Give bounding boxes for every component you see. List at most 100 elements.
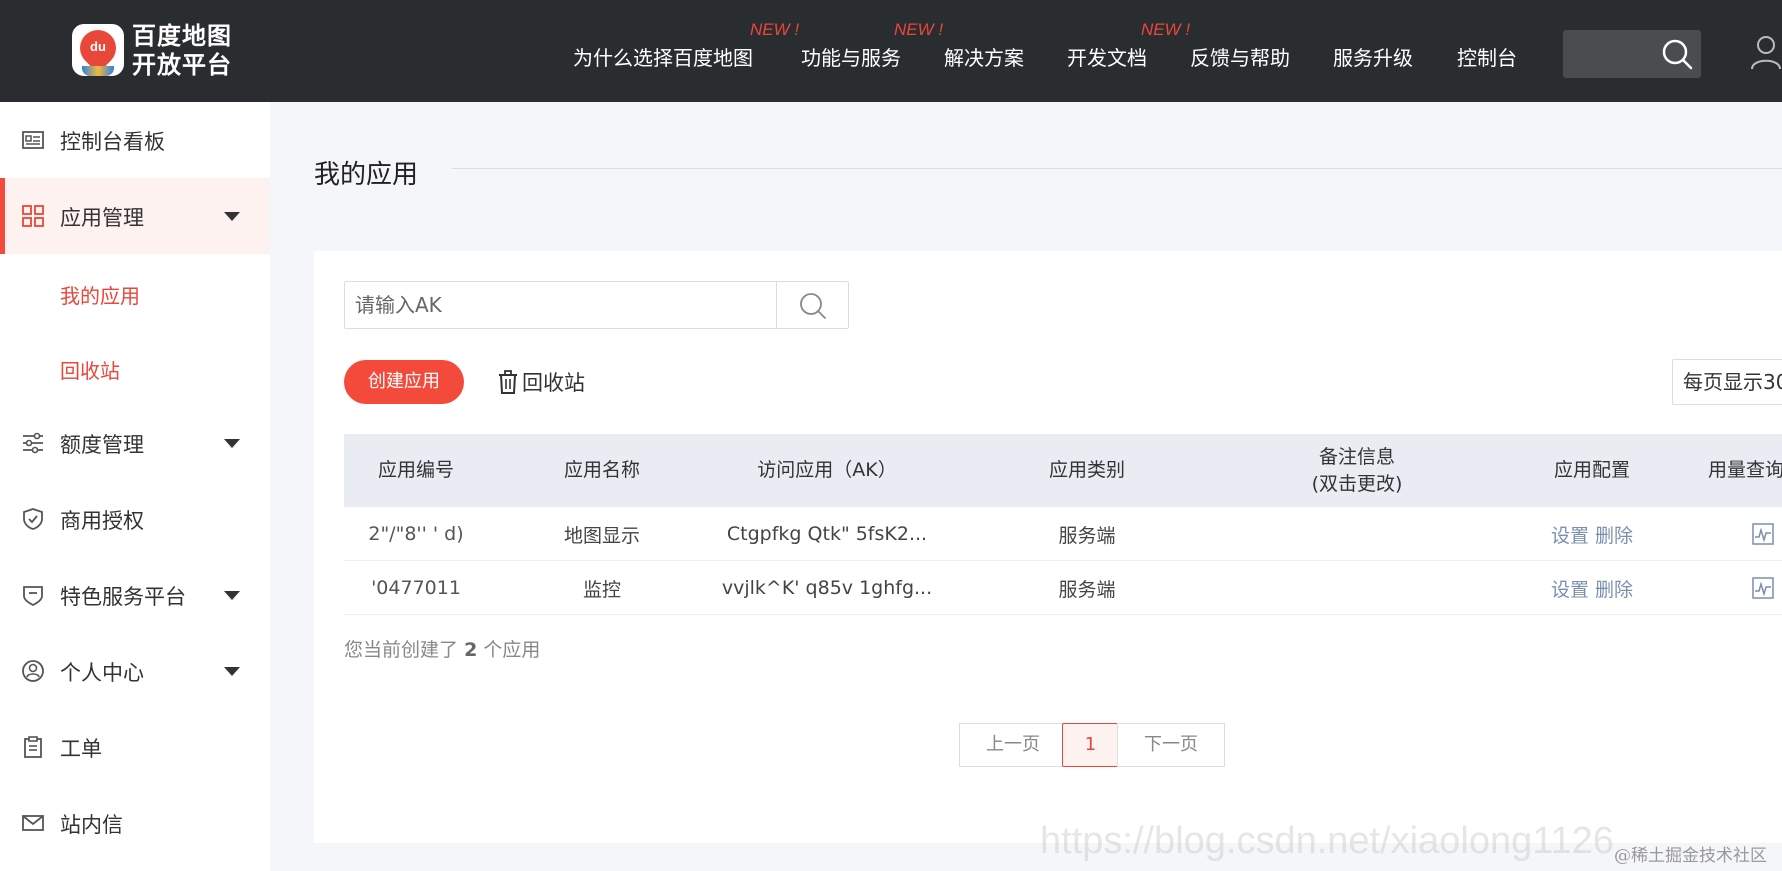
brand-name-line2: 开放平台 <box>132 51 232 79</box>
app-config-cell: 设置 删除 <box>1492 561 1692 615</box>
nav-item-solutions[interactable]: 解决方案 <box>944 42 1024 71</box>
table-row: '0477011 监控 vvjlk^K' q85v 1ghfg... 服务端 设… <box>344 561 1782 615</box>
chevron-down-icon[interactable] <box>224 667 240 676</box>
app-id-cell: '0477011 <box>371 577 461 599</box>
create-app-button[interactable]: 创建应用 <box>344 360 464 404</box>
sidebar-item-personal-center[interactable]: 个人中心 <box>0 633 270 709</box>
watermark-tag: @稀土掘金技术社区 <box>1614 846 1767 866</box>
sidebar-item-label: 商用授权 <box>60 509 144 533</box>
column-header: 备注信息 (双击更改) <box>1311 445 1403 495</box>
nav-new-badge: NEW ! <box>894 20 944 39</box>
table-row: 2"/"8'' ' d) 地图显示 Ctgpfkg Qtk" 5fsK2... … <box>344 507 1782 561</box>
nav-item-upgrade[interactable]: 服务升级 <box>1333 42 1413 71</box>
sidebar-item-label: 站内信 <box>60 813 123 837</box>
sidebar-item-inbox[interactable]: 站内信 <box>0 785 270 861</box>
sidebar-subitem-my-apps[interactable]: 我的应用 <box>60 280 140 309</box>
search-icon[interactable] <box>1661 38 1693 70</box>
watermark-url: https://blog.csdn.net/xiaolong1126 <box>1040 820 1614 862</box>
page-number-current[interactable]: 1 <box>1062 723 1119 767</box>
app-id-cell: 2"/"8'' ' d) <box>368 523 464 545</box>
trash-icon <box>499 370 517 394</box>
brand-name[interactable]: 百度地图 开放平台 <box>132 22 232 80</box>
sliders-icon <box>23 432 43 454</box>
usage-chart-icon[interactable] <box>1752 523 1774 545</box>
chevron-down-icon[interactable] <box>224 212 240 221</box>
delete-link[interactable]: 删除 <box>1595 575 1633 602</box>
nav-new-badge: NEW ! <box>1141 20 1191 39</box>
ak-search-button[interactable] <box>776 282 848 328</box>
usage-chart-icon[interactable] <box>1752 577 1774 599</box>
nav-item-docs[interactable]: 开发文档 <box>1067 42 1147 71</box>
delete-link[interactable]: 删除 <box>1595 521 1633 548</box>
user-circle-icon <box>22 660 44 682</box>
sidebar-subitem-recycle-bin[interactable]: 回收站 <box>60 355 120 384</box>
settings-link[interactable]: 设置 <box>1551 521 1589 548</box>
prev-page-button[interactable]: 上一页 <box>959 723 1067 767</box>
app-count-prefix: 您当前创建了 <box>344 639 459 661</box>
chevron-down-icon[interactable] <box>224 439 240 448</box>
app-count-summary: 您当前创建了 2 个应用 <box>344 635 540 662</box>
ak-search-input[interactable] <box>345 282 777 328</box>
app-note-cell[interactable] <box>1222 561 1492 615</box>
sidebar-item-work-order[interactable]: 工单 <box>0 709 270 785</box>
column-header: 应用配置 <box>1553 459 1630 481</box>
column-header: 访问应用（AK） <box>757 459 897 481</box>
column-header: 应用名称 <box>563 459 640 481</box>
nav-item-features[interactable]: 功能与服务 <box>801 42 901 71</box>
app-name-cell: 监控 <box>582 578 621 601</box>
ak-search <box>344 281 849 329</box>
column-header: 应用编号 <box>377 459 454 481</box>
shield-icon <box>23 508 43 530</box>
app-type-cell: 服务端 <box>1058 578 1116 601</box>
app-ak-cell[interactable]: vvjlk^K' q85v 1ghfg... <box>702 561 952 615</box>
apps-card: 创建应用 回收站 每页显示30 应用编号 应用名称 访问应用（AK） 应用类别 … <box>314 251 1782 843</box>
badge-icon <box>23 586 43 606</box>
sidebar-item-label: 特色服务平台 <box>60 585 186 609</box>
search-icon <box>800 293 826 319</box>
sidebar: 控制台看板 应用管理 我的应用 回收站 额度管理 商用授权 特色服务平台 个人中… <box>0 102 270 871</box>
app-name-cell: 地图显示 <box>563 524 640 547</box>
nav-new-badge: NEW ! <box>750 20 800 39</box>
per-page-select[interactable]: 每页显示30 <box>1672 359 1782 405</box>
clipboard-icon <box>24 736 42 758</box>
sidebar-item-label: 工单 <box>60 737 102 761</box>
table-header: 应用编号 应用名称 访问应用（AK） 应用类别 备注信息 (双击更改) 应用配置… <box>344 434 1782 507</box>
sidebar-item-featured-services[interactable]: 特色服务平台 <box>0 557 270 633</box>
recycle-bin-label: 回收站 <box>522 371 585 395</box>
app-type-cell: 服务端 <box>1058 524 1116 547</box>
baidu-map-logo[interactable]: du <box>72 22 124 80</box>
column-header: 应用类别 <box>1048 459 1125 481</box>
sidebar-item-dashboard[interactable]: 控制台看板 <box>0 102 270 178</box>
nav-item-feedback[interactable]: 反馈与帮助 <box>1190 42 1290 71</box>
usage-cell <box>1744 561 1782 615</box>
chevron-down-icon[interactable] <box>224 591 240 600</box>
app-ak-cell[interactable]: Ctgpfkg Qtk" 5fsK2... <box>702 507 952 561</box>
sidebar-item-quota-management[interactable]: 额度管理 <box>0 405 270 481</box>
mail-icon <box>22 815 44 831</box>
pagination: 上一页 1 下一页 <box>959 723 1225 767</box>
app-note-cell[interactable] <box>1222 507 1492 561</box>
top-navigation-bar: du 百度地图 开放平台 NEW ! 为什么选择百度地图 NEW ! 功能与服务… <box>0 0 1782 102</box>
nav-search-box[interactable] <box>1563 30 1701 78</box>
sidebar-item-label: 控制台看板 <box>60 130 165 154</box>
logo-glyph: du <box>90 39 106 54</box>
column-header: 用量查询 <box>1708 459 1782 481</box>
grid-icon <box>22 205 44 227</box>
nav-item-why-baidu[interactable]: 为什么选择百度地图 <box>573 42 753 71</box>
settings-link[interactable]: 设置 <box>1551 575 1589 602</box>
app-config-cell: 设置 删除 <box>1492 507 1692 561</box>
next-page-button[interactable]: 下一页 <box>1117 723 1225 767</box>
sidebar-item-app-management[interactable]: 应用管理 <box>0 178 270 254</box>
usage-cell <box>1744 507 1782 561</box>
recycle-bin-button[interactable]: 回收站 <box>498 367 585 397</box>
sidebar-item-label: 额度管理 <box>60 433 144 457</box>
user-icon[interactable] <box>1750 34 1782 70</box>
app-count-suffix: 个应用 <box>483 639 541 661</box>
sidebar-item-commercial-license[interactable]: 商用授权 <box>0 481 270 557</box>
title-divider <box>452 168 1782 169</box>
page-title: 我的应用 <box>314 160 419 190</box>
brand-name-line1: 百度地图 <box>132 22 232 50</box>
nav-item-console[interactable]: 控制台 <box>1457 42 1517 71</box>
dashboard-icon <box>22 131 44 149</box>
logo-map-icon <box>82 66 114 76</box>
